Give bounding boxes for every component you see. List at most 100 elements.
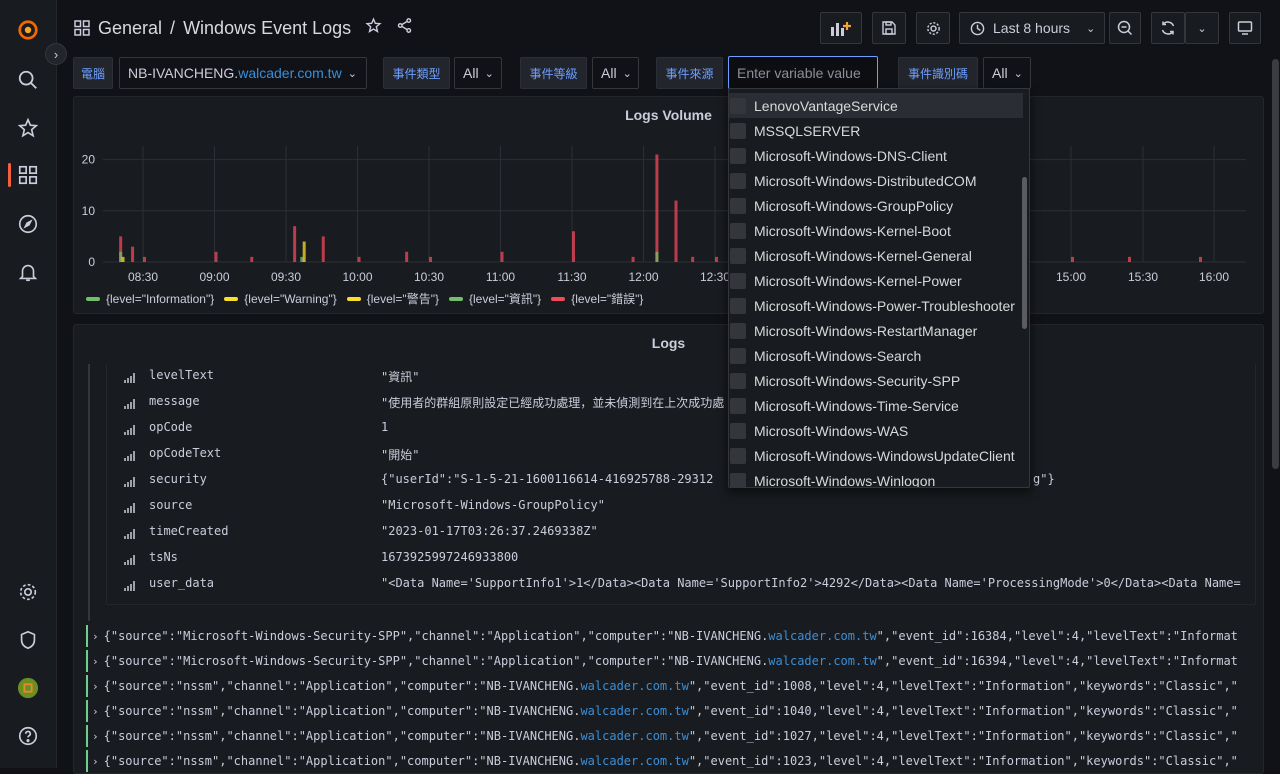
refresh-button[interactable]: [1151, 12, 1185, 44]
volume-bar[interactable]: [1128, 256, 1131, 262]
breadcrumb-folder[interactable]: General: [98, 18, 162, 39]
stats-bars-icon[interactable]: [124, 474, 135, 490]
legend-item[interactable]: {level="警告"}: [346, 290, 439, 307]
dropdown-option[interactable]: Microsoft-Windows-RestartManager: [729, 318, 1023, 343]
volume-bar[interactable]: [121, 256, 125, 262]
logs-volume-chart[interactable]: 0 10 20 08:30 09:00 09:30 10:00 10:30 11:00 11:30…: [73, 96, 1264, 314]
stats-bars-icon[interactable]: [124, 396, 135, 412]
checkbox-icon[interactable]: [730, 147, 746, 164]
dropdown-option[interactable]: Microsoft-Windows-Search: [729, 343, 1023, 368]
add-panel-button[interactable]: [820, 12, 862, 44]
variable-select-event-level[interactable]: All ⌄: [592, 57, 639, 89]
volume-bar[interactable]: [321, 236, 325, 262]
legend-item[interactable]: {level="資訊"}: [448, 290, 541, 307]
explore-compass-icon[interactable]: [15, 211, 41, 237]
grafana-logo-icon[interactable]: [15, 17, 41, 43]
dropdown-option[interactable]: Microsoft-Windows-Kernel-General: [729, 243, 1023, 268]
log-field-row[interactable]: message "使用者的群組原則設定已經成功處理，並未偵測到在上次成功處: [110, 390, 1250, 414]
legend-item[interactable]: {level="Information"}: [86, 290, 214, 307]
checkbox-icon[interactable]: [730, 472, 746, 487]
volume-bar[interactable]: [214, 251, 218, 262]
volume-bar[interactable]: [1199, 256, 1202, 262]
help-icon[interactable]: [15, 723, 41, 749]
stats-bars-icon[interactable]: [124, 448, 135, 464]
volume-bar[interactable]: [500, 251, 504, 262]
dropdown-option[interactable]: Microsoft-Windows-WindowsUpdateClient: [729, 443, 1023, 468]
log-row[interactable]: › {"source":"Microsoft-Windows-Security-S…: [86, 625, 1256, 647]
log-field-row[interactable]: opCode 1: [110, 416, 1250, 440]
volume-bar[interactable]: [250, 256, 254, 262]
checkbox-icon[interactable]: [730, 322, 746, 339]
stats-bars-icon[interactable]: [124, 370, 135, 386]
stats-bars-icon[interactable]: [124, 422, 135, 438]
volume-bar[interactable]: [429, 256, 432, 262]
stats-bars-icon[interactable]: [124, 500, 135, 516]
dropdown-option[interactable]: Microsoft-Windows-WAS: [729, 418, 1023, 443]
chevron-right-icon[interactable]: ›: [92, 730, 99, 743]
checkbox-icon[interactable]: [730, 422, 746, 439]
variable-select-event-type[interactable]: All ⌄: [454, 57, 502, 89]
legend-item[interactable]: {level="Warning"}: [224, 290, 337, 307]
dropdown-scrollbar[interactable]: [1022, 177, 1027, 329]
variable-select-event-id[interactable]: All ⌄: [983, 57, 1031, 89]
star-icon[interactable]: [365, 17, 382, 39]
share-icon[interactable]: [396, 17, 413, 39]
log-row[interactable]: › {"source":"nssm","channel":"Application…: [86, 700, 1256, 722]
log-field-row[interactable]: user_data "<Data Name='SupportInfo1'>1</D…: [110, 572, 1250, 596]
log-field-row[interactable]: levelText "資訊": [110, 364, 1250, 388]
dropdown-option[interactable]: Microsoft-Windows-Winlogon: [729, 468, 1023, 487]
dropdown-option[interactable]: Microsoft-Windows-Kernel-Boot: [729, 218, 1023, 243]
shield-icon[interactable]: [15, 627, 41, 653]
volume-bar[interactable]: [1071, 256, 1074, 262]
chevron-right-icon[interactable]: ›: [92, 630, 99, 643]
alerting-bell-icon[interactable]: [15, 259, 41, 285]
log-field-row[interactable]: opCodeText "開始": [110, 442, 1250, 466]
breadcrumb-dashboard[interactable]: Windows Event Logs: [183, 18, 351, 39]
settings-button[interactable]: [916, 12, 950, 44]
checkbox-icon[interactable]: [730, 447, 746, 464]
time-range-picker[interactable]: Last 8 hours ⌄: [959, 12, 1105, 44]
checkbox-icon[interactable]: [730, 222, 746, 239]
volume-bar[interactable]: [357, 256, 361, 262]
dropdown-option[interactable]: Microsoft-Windows-GroupPolicy: [729, 193, 1023, 218]
page-scrollbar[interactable]: [1272, 59, 1279, 469]
gear-icon[interactable]: [15, 579, 41, 605]
log-field-row[interactable]: timeCreated "2023-01-17T03:26:37.2469338Z…: [110, 520, 1250, 544]
log-field-row[interactable]: security {"userId":"S-1-5-21-1600116614-4…: [110, 468, 1250, 492]
avatar[interactable]: [15, 675, 41, 701]
save-button[interactable]: [872, 12, 906, 44]
volume-bar[interactable]: [405, 251, 409, 262]
log-field-row[interactable]: tsNs 1673925997246933800: [110, 546, 1250, 570]
chevron-right-icon[interactable]: ›: [92, 655, 99, 668]
checkbox-icon[interactable]: [730, 247, 746, 264]
dropdown-option[interactable]: MSSQLSERVER: [729, 118, 1023, 143]
log-row[interactable]: › {"source":"nssm","channel":"Application…: [86, 675, 1256, 697]
checkbox-icon[interactable]: [730, 197, 746, 214]
log-row[interactable]: › {"source":"Microsoft-Windows-Security-S…: [86, 650, 1256, 672]
stats-bars-icon[interactable]: [124, 526, 135, 542]
zoom-out-button[interactable]: [1109, 12, 1141, 44]
checkbox-icon[interactable]: [730, 347, 746, 364]
checkbox-icon[interactable]: [730, 172, 746, 189]
stats-bars-icon[interactable]: [124, 578, 135, 594]
dropdown-option[interactable]: Microsoft-Windows-Security-SPP: [729, 368, 1023, 393]
volume-bar[interactable]: [691, 256, 695, 262]
log-row[interactable]: › {"source":"nssm","channel":"Application…: [86, 725, 1256, 747]
chevron-right-icon[interactable]: ›: [92, 755, 99, 768]
volume-bar[interactable]: [572, 231, 575, 262]
search-icon[interactable]: [15, 67, 41, 93]
checkbox-icon[interactable]: [730, 272, 746, 289]
volume-bar[interactable]: [293, 226, 297, 262]
checkbox-icon[interactable]: [730, 372, 746, 389]
dropdown-option[interactable]: Microsoft-Windows-Kernel-Power: [729, 268, 1023, 293]
volume-bar[interactable]: [131, 246, 135, 262]
volume-bar[interactable]: [655, 154, 659, 262]
checkbox-icon[interactable]: [730, 397, 746, 414]
volume-bar[interactable]: [674, 200, 678, 262]
checkbox-icon[interactable]: [730, 97, 746, 114]
variable-select-computer[interactable]: NB-IVANCHENG. walcader.com.tw ⌄: [119, 57, 367, 89]
tv-mode-button[interactable]: [1229, 12, 1261, 44]
volume-bar[interactable]: [655, 251, 659, 262]
log-row[interactable]: › {"source":"nssm","channel":"Application…: [86, 750, 1256, 772]
legend-item[interactable]: {level="錯誤"}: [551, 290, 643, 307]
